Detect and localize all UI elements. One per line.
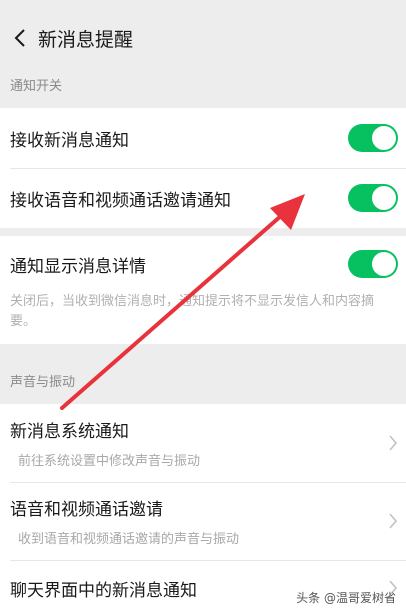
page-title: 新消息提醒: [38, 28, 134, 51]
receive-new-message-row: 接收新消息通知: [0, 108, 406, 168]
notify-switch-group: 接收新消息通知 接收语音和视频通话邀请通知: [0, 108, 406, 228]
receive-call-invite-row: 接收语音和视频通话邀请通知: [0, 168, 406, 228]
message-details-description: 关闭后，当收到微信消息时，通知提示将不显示发信人和内容摘要。: [10, 294, 375, 329]
chevron-left-icon: [14, 29, 25, 47]
receive-call-invite-label: 接收语音和视频通话邀请通知: [10, 190, 231, 211]
call-invite-sound-title: 语音和视频通话邀请: [10, 500, 163, 520]
toggle-knob: [372, 186, 396, 210]
back-button[interactable]: [6, 18, 34, 58]
receive-new-message-label: 接收新消息通知: [10, 130, 129, 151]
toggle-knob: [372, 126, 396, 150]
section-label-sound: 声音与振动: [10, 375, 76, 390]
chevron-right-icon: [389, 435, 398, 451]
sound-group: 新消息系统通知 前往系统设置中修改声音与振动 语音和视频通话邀请 收到语音和视频…: [0, 404, 406, 612]
show-message-details-label: 通知显示消息详情: [10, 256, 146, 277]
toggle-knob: [372, 252, 396, 276]
system-notification-subtitle: 前往系统设置中修改声音与振动: [18, 454, 201, 469]
call-invite-sound-item[interactable]: 语音和视频通话邀请 收到语音和视频通话邀请的声音与振动: [0, 482, 406, 560]
status-bar: [0, 0, 406, 10]
watermark: 头条 @温哥爱树省: [296, 591, 396, 605]
show-message-details-row: 通知显示消息详情: [0, 236, 406, 292]
title-bar: 新消息提醒: [0, 10, 406, 66]
show-message-details-toggle[interactable]: [348, 250, 398, 278]
system-notification-title: 新消息系统通知: [10, 422, 129, 442]
chevron-right-icon: [389, 513, 398, 529]
receive-new-message-toggle[interactable]: [348, 124, 398, 152]
system-notification-item[interactable]: 新消息系统通知 前往系统设置中修改声音与振动: [0, 404, 406, 482]
receive-call-invite-toggle[interactable]: [348, 184, 398, 212]
message-details-group: 通知显示消息详情 关闭后，当收到微信消息时，通知提示将不显示发信人和内容摘要。: [0, 236, 406, 344]
section-label-notify: 通知开关: [10, 79, 63, 94]
call-invite-sound-subtitle: 收到语音和视频通话邀请的声音与振动: [18, 532, 240, 547]
